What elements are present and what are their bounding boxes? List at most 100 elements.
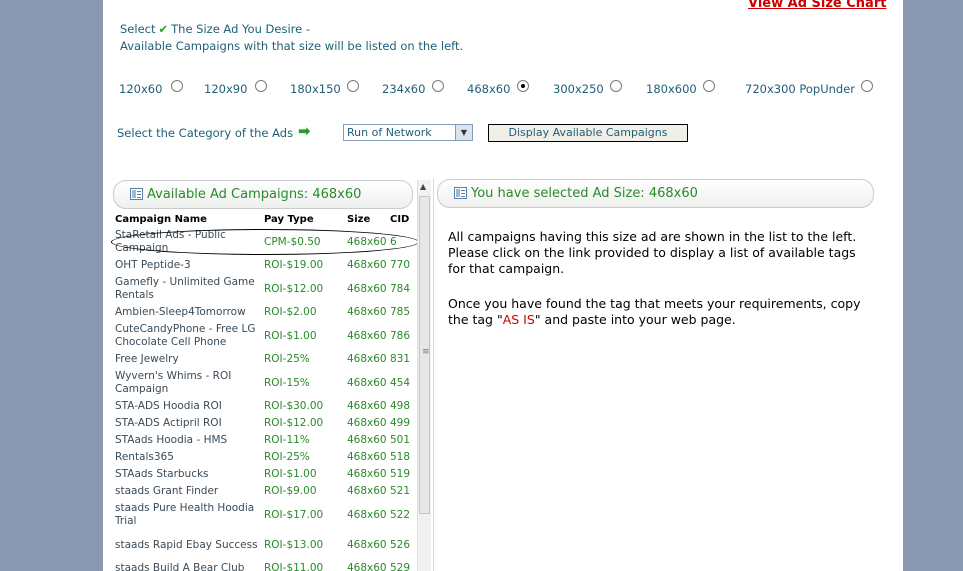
cid-cell: 498 [390, 400, 411, 412]
scroll-thumb[interactable]: ≡ [419, 196, 430, 514]
chevron-down-icon[interactable]: ▼ [455, 125, 472, 140]
table-row[interactable]: STAads Hoodia - HMS ROI-11% 468x60 501 [113, 432, 415, 449]
size-cell: 468x60 [347, 434, 387, 446]
column-header-size[interactable]: Size [345, 212, 388, 227]
size-radio-720x300-popunder[interactable] [861, 80, 873, 92]
cid-cell: 784 [390, 282, 411, 295]
cid-cell: 770 [390, 259, 411, 271]
pay-type-cell: ROI-15% [264, 376, 310, 389]
available-campaigns-title: Available Ad Campaigns: 468x60 [147, 187, 362, 202]
size-radio-120x60[interactable] [171, 80, 183, 92]
table-row[interactable]: Rentals365 ROI-25% 468x60 518 [113, 449, 415, 466]
cid-cell: 526 [390, 538, 411, 551]
table-row[interactable]: CuteCandyPhone - Free LG Chocolate Cell … [113, 321, 415, 351]
campaign-name-link[interactable]: Wyvern's Whims - ROI Campaign [113, 368, 262, 398]
table-header-row: Campaign Name Pay Type Size CID [113, 212, 415, 227]
cid-cell: 785 [390, 306, 411, 318]
column-header-pay-type[interactable]: Pay Type [262, 212, 345, 227]
size-cell: 468x60 [347, 282, 387, 295]
size-cell: 468x60 [347, 353, 387, 365]
cid-cell: 454 [390, 376, 411, 389]
table-row[interactable]: staads Grant Finder ROI-$9.00 468x60 521 [113, 483, 415, 500]
size-cell: 468x60 [347, 562, 387, 571]
table-row[interactable]: STAads Starbucks ROI-$1.00 468x60 519 [113, 466, 415, 483]
cid-cell: 786 [390, 329, 411, 342]
cid-cell: 831 [390, 353, 411, 365]
table-row[interactable]: Wyvern's Whims - ROI Campaign ROI-15% 468x… [113, 368, 415, 398]
campaign-name-link[interactable]: CuteCandyPhone - Free LG Chocolate Cell … [113, 321, 262, 351]
panel-divider [433, 178, 434, 571]
as-is-highlight: AS IS [502, 312, 535, 327]
size-radio-300x250[interactable] [610, 80, 622, 92]
campaign-name-link[interactable]: Gamefly - Unlimited Game Rentals [113, 274, 262, 304]
size-cell: 468x60 [347, 538, 387, 551]
display-campaigns-button[interactable]: Display Available Campaigns [488, 124, 688, 142]
pay-type-cell: ROI-$12.00 [264, 417, 324, 429]
cid-cell: 499 [390, 417, 411, 429]
pay-type-cell: ROI-25% [264, 353, 310, 365]
table-row[interactable]: Ambien-Sleep4Tomorrow ROI-$2.00 468x60 785 [113, 304, 415, 321]
window-icon [454, 187, 467, 199]
available-campaigns-header: Available Ad Campaigns: 468x60 [113, 180, 413, 209]
campaign-name-link[interactable]: Ambien-Sleep4Tomorrow [113, 304, 262, 321]
selected-size-title: You have selected Ad Size: 468x60 [471, 186, 698, 201]
pay-type-cell: ROI-$9.00 [264, 485, 317, 497]
size-cell: 468x60 [347, 329, 387, 342]
campaign-rows: StaRetail Ads - Public Campaign CPM-$0.50… [113, 227, 415, 571]
campaign-name-link[interactable]: staads Grant Finder [113, 483, 262, 500]
pay-type-cell: ROI-$30.00 [264, 400, 324, 412]
size-cell: 468x60 [347, 400, 387, 412]
list-icon [130, 188, 143, 200]
checkmark-icon: ✔ [158, 22, 169, 36]
campaign-name-link[interactable]: STA-ADS Actipril ROI [113, 415, 262, 432]
campaign-list-scrollbar[interactable]: ▲ ≡ [417, 180, 431, 571]
intro-line-1: Select ✔ The Size Ad You Desire - [120, 22, 310, 36]
size-label-120x90: 120x90 [204, 82, 248, 96]
scroll-up-icon[interactable]: ▲ [420, 182, 426, 191]
size-cell: 468x60 [347, 306, 387, 318]
campaign-name-link[interactable]: staads Rapid Ebay Success [113, 530, 262, 560]
table-row[interactable]: STA-ADS Hoodia ROI ROI-$30.00 468x60 498 [113, 398, 415, 415]
instructions-paragraph-1: All campaigns having this size ad are sh… [448, 229, 857, 276]
table-row[interactable]: staads Pure Health Hoodia Trial ROI-$17.0… [113, 500, 415, 530]
category-select-value: Run of Network [347, 126, 432, 139]
campaign-name-link[interactable]: OHT Peptide-3 [113, 257, 262, 274]
arrow-right-icon: ➡ [298, 122, 311, 140]
page: View Ad Size Chart Select ✔ The Size Ad Yo… [103, 0, 903, 571]
size-radio-180x150[interactable] [347, 80, 359, 92]
campaign-name-link[interactable]: STAads Hoodia - HMS [113, 432, 262, 449]
table-row[interactable]: STA-ADS Actipril ROI ROI-$12.00 468x60 499 [113, 415, 415, 432]
table-row[interactable]: OHT Peptide-3 ROI-$19.00 468x60 770 [113, 257, 415, 274]
view-ad-size-chart-link[interactable]: View Ad Size Chart [748, 0, 886, 11]
table-row[interactable]: StaRetail Ads - Public Campaign CPM-$0.50… [113, 227, 415, 257]
table-row[interactable]: staads Rapid Ebay Success ROI-$13.00 468x6… [113, 530, 415, 560]
column-header-campaign-name[interactable]: Campaign Name [113, 212, 262, 227]
pay-type-cell: ROI-$11.00 [264, 562, 324, 571]
column-header-cid[interactable]: CID [388, 212, 415, 227]
instructions-text-after: " and paste into your web page. [534, 312, 736, 327]
pay-type-cell: ROI-$12.00 [264, 282, 324, 295]
size-radio-120x90[interactable] [255, 80, 267, 92]
pay-type-cell: ROI-$13.00 [264, 538, 324, 551]
campaign-name-link[interactable]: StaRetail Ads - Public Campaign [113, 227, 262, 257]
size-cell: 468x60 [347, 485, 387, 497]
category-select[interactable]: Run of Network ▼ [343, 124, 473, 141]
campaign-name-link[interactable]: staads Build A Bear Club [113, 560, 262, 571]
campaign-name-link[interactable]: Free Jewelry [113, 351, 262, 368]
campaign-name-link[interactable]: staads Pure Health Hoodia Trial [113, 500, 262, 530]
campaign-name-link[interactable]: STA-ADS Hoodia ROI [113, 398, 262, 415]
cid-cell: 6 [390, 235, 397, 248]
pay-type-cell: ROI-25% [264, 451, 310, 463]
selected-size-header: You have selected Ad Size: 468x60 [437, 179, 874, 208]
table-row[interactable]: Gamefly - Unlimited Game Rentals ROI-$12.… [113, 274, 415, 304]
campaign-name-link[interactable]: STAads Starbucks [113, 466, 262, 483]
instructions-paragraph-2: Once you have found the tag that meets y… [448, 296, 868, 328]
size-radio-180x600[interactable] [703, 80, 715, 92]
size-radio-468x60[interactable] [517, 80, 529, 92]
size-radio-234x60[interactable] [432, 80, 444, 92]
table-row[interactable]: staads Build A Bear Club ROI-$11.00 468x60… [113, 560, 415, 571]
pay-type-cell: ROI-$2.00 [264, 306, 317, 318]
table-row[interactable]: Free Jewelry ROI-25% 468x60 831 [113, 351, 415, 368]
campaign-name-link[interactable]: Rentals365 [113, 449, 262, 466]
category-label: Select the Category of the Ads [117, 126, 294, 140]
